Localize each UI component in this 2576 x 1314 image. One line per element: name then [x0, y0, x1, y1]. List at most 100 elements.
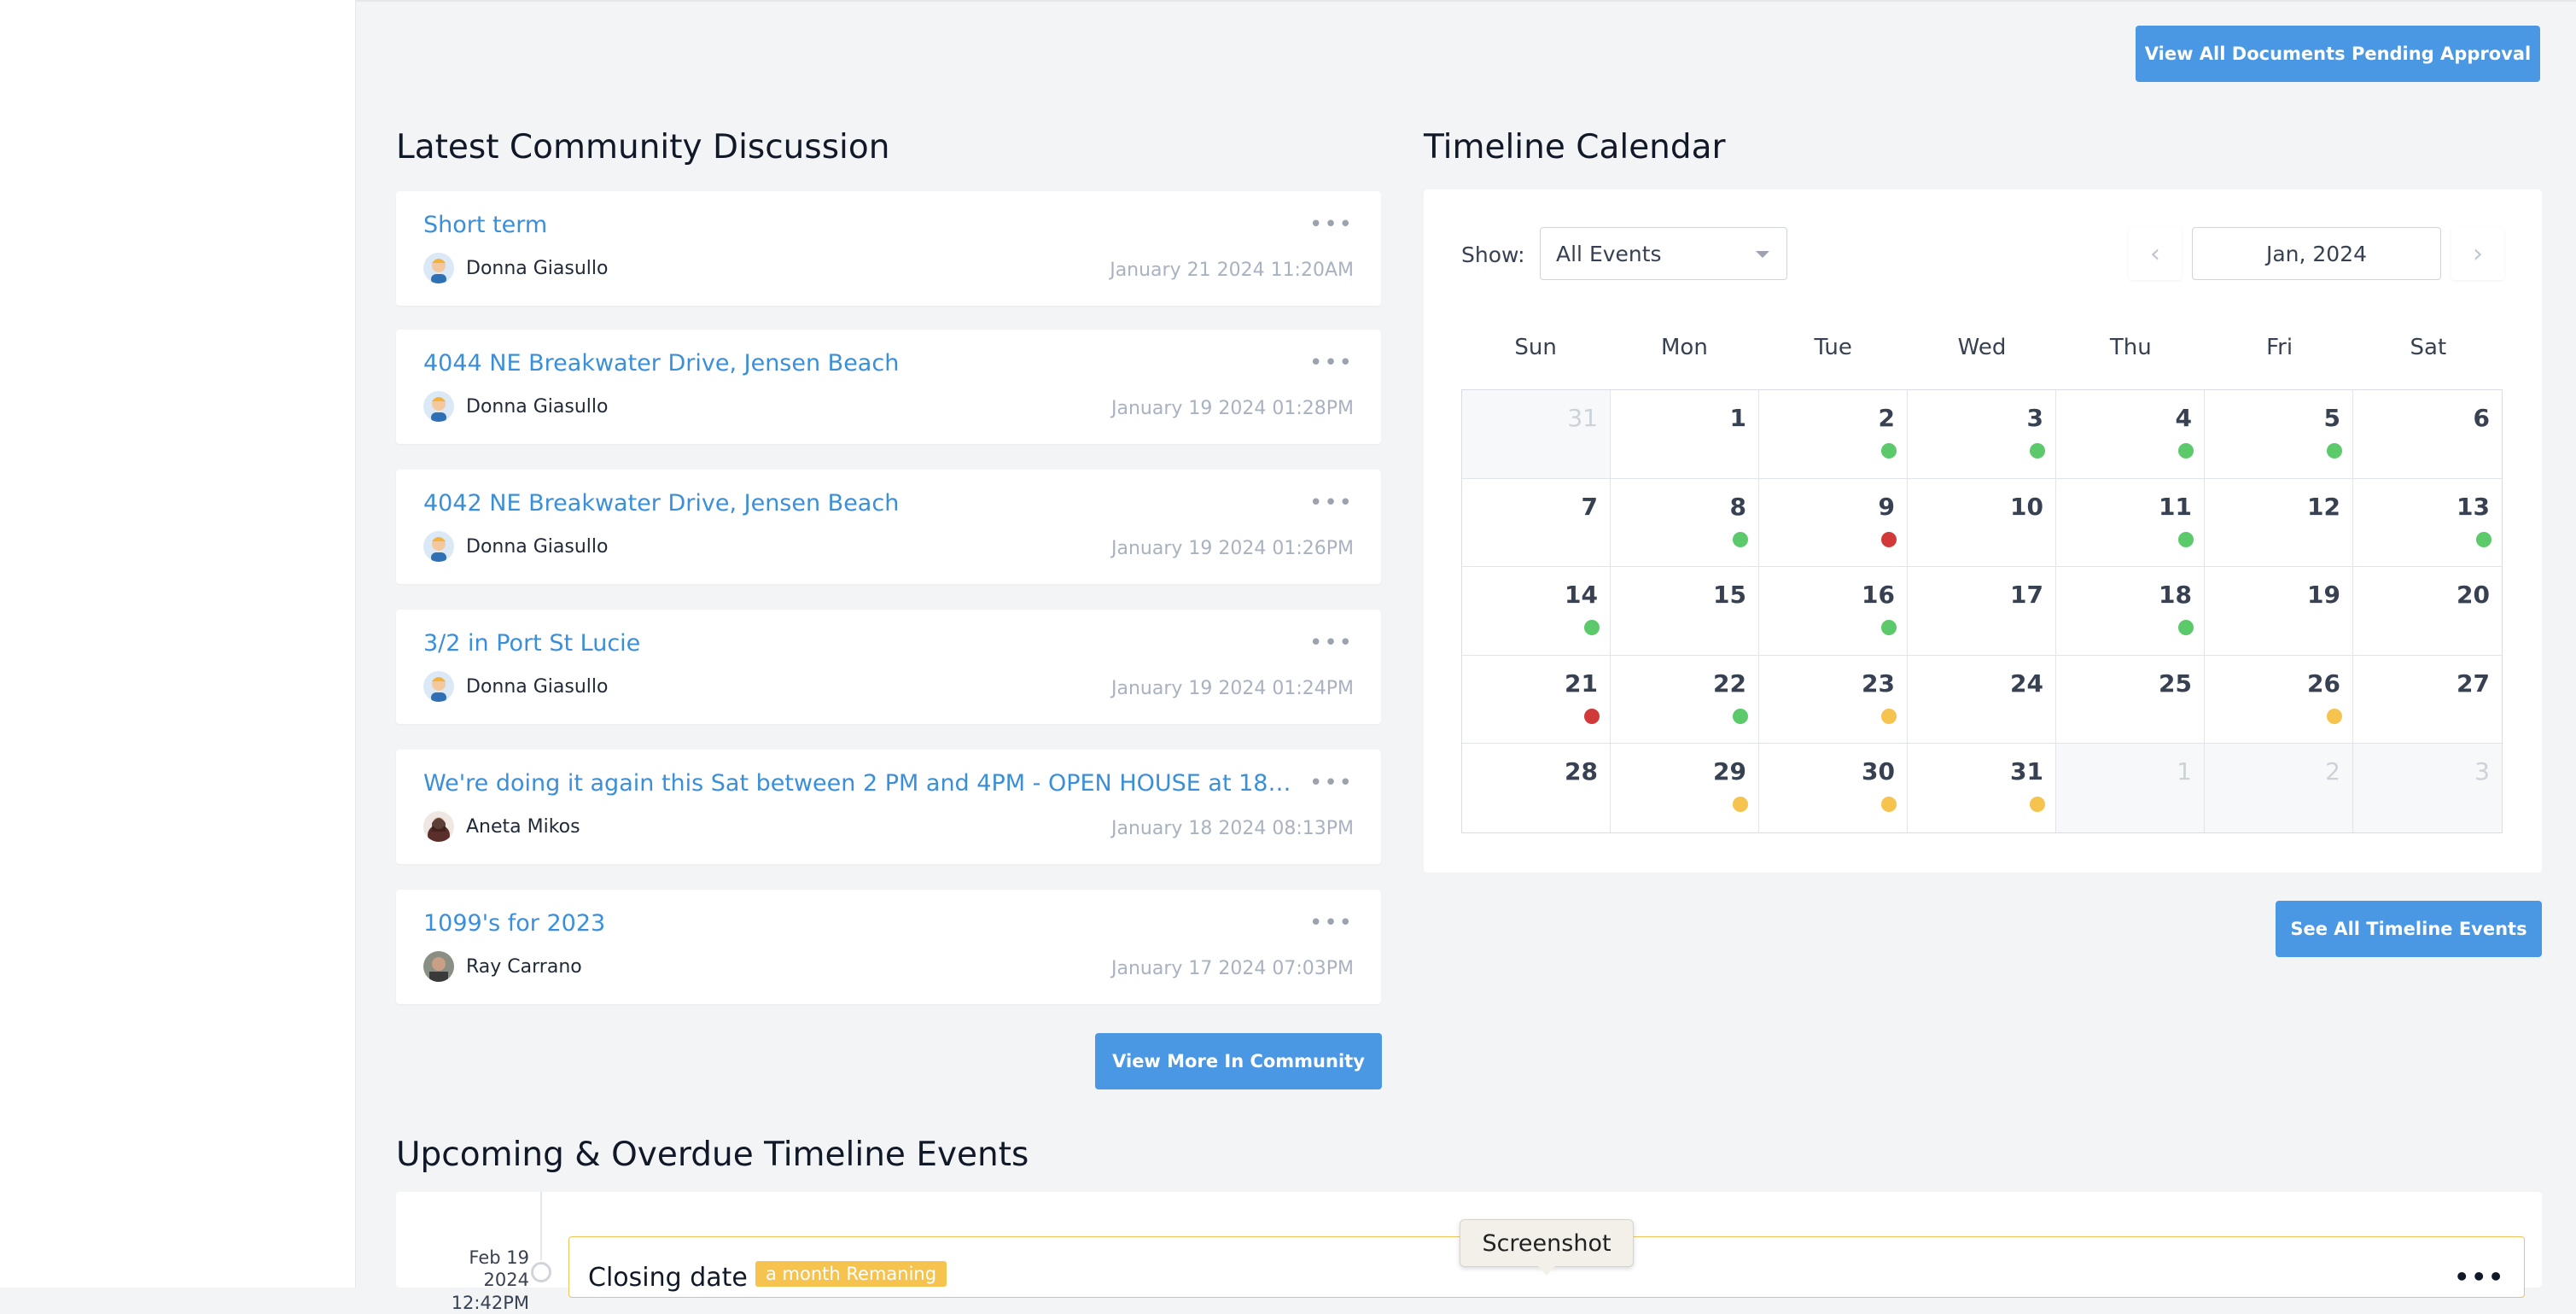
day-number: 31: [2010, 757, 2043, 786]
day-number: 2: [1878, 404, 1895, 432]
day-number: 20: [2457, 581, 2490, 610]
discussion-author: Donna Giasullo: [423, 671, 609, 702]
calendar-day[interactable]: 3: [1908, 390, 2056, 479]
discussion-title-link[interactable]: 3/2 in Port St Lucie: [423, 630, 640, 657]
calendar-day[interactable]: 27: [2353, 656, 2502, 745]
calendar-day[interactable]: 1: [2056, 744, 2205, 832]
event-status-dot[interactable]: [2476, 531, 2491, 547]
discussion-date: January 19 2024 01:24PM: [1110, 678, 1354, 699]
calendar-day[interactable]: 31: [1462, 390, 1611, 479]
chevron-right-icon[interactable]: ›: [2451, 227, 2504, 280]
calendar-day[interactable]: 11: [2056, 478, 2205, 568]
ellipsis-icon[interactable]: •••: [2454, 1263, 2505, 1291]
ellipsis-icon[interactable]: •••: [1309, 213, 1354, 236]
calendar-day[interactable]: 5: [2205, 390, 2353, 479]
discussion-date: January 17 2024 07:03PM: [1110, 958, 1354, 979]
calendar-day[interactable]: 10: [1908, 478, 2056, 568]
event-status-dot[interactable]: [2030, 797, 2045, 813]
event-filter-select[interactable]: All Events: [1540, 227, 1787, 280]
discussion-date: January 21 2024 11:20AM: [1110, 260, 1354, 281]
calendar-day[interactable]: 7: [1462, 478, 1611, 568]
calendar-day[interactable]: 13: [2353, 479, 2502, 568]
day-number: 17: [2010, 581, 2043, 610]
discussion-title-link[interactable]: Short term: [423, 212, 547, 238]
calendar-day[interactable]: 15: [1611, 567, 1759, 656]
show-label: Show:: [1461, 242, 1525, 267]
calendar-day[interactable]: 31: [1908, 744, 2056, 832]
discussion-card[interactable]: 1099's for 2023 ••• Ray Carrano January 17 …: [396, 890, 1381, 1004]
day-number: 25: [2159, 669, 2192, 698]
calendar-day[interactable]: 14: [1462, 567, 1611, 656]
event-status-dot[interactable]: [1584, 620, 1600, 636]
discussion-title-link[interactable]: 4044 NE Breakwater Drive, Jensen Beach: [423, 350, 899, 377]
calendar-day[interactable]: 12: [2205, 478, 2353, 568]
event-status-dot[interactable]: [1733, 531, 1748, 547]
event-status-dot[interactable]: [2327, 708, 2342, 724]
calendar-day[interactable]: 22: [1611, 655, 1759, 745]
day-number: 21: [1565, 669, 1598, 698]
calendar-day[interactable]: 3: [2353, 744, 2502, 832]
event-status-dot[interactable]: [1881, 443, 1897, 458]
chevron-left-icon[interactable]: ‹: [2129, 227, 2182, 280]
calendar-day[interactable]: 30: [1759, 744, 1908, 832]
discussion-date: January 19 2024 01:26PM: [1110, 538, 1354, 559]
event-status-dot[interactable]: [2030, 443, 2045, 458]
weekday-label: Mon: [1661, 335, 1708, 360]
weekday-label: Thu: [2109, 335, 2152, 360]
calendar-day[interactable]: 23: [1759, 655, 1908, 745]
calendar-day[interactable]: 9: [1759, 478, 1908, 568]
calendar-day[interactable]: 29: [1611, 744, 1759, 832]
calendar-day[interactable]: 2: [1759, 390, 1908, 479]
calendar-day[interactable]: 16: [1759, 567, 1908, 656]
calendar-day[interactable]: 26: [2205, 655, 2353, 745]
discussion-card[interactable]: We're doing it again this Sat between 2 …: [396, 750, 1381, 864]
calendar-day[interactable]: 28: [1462, 744, 1611, 832]
event-status-dot[interactable]: [1733, 708, 1748, 724]
calendar-day[interactable]: 18: [2056, 567, 2205, 656]
calendar-day[interactable]: 20: [2353, 567, 2502, 656]
calendar-day[interactable]: 8: [1611, 478, 1759, 568]
discussion-card[interactable]: Short term ••• Donna Giasullo January 21 20…: [396, 191, 1381, 306]
calendar-day[interactable]: 19: [2205, 567, 2353, 656]
event-status-dot[interactable]: [1733, 797, 1748, 813]
calendar-day[interactable]: 1: [1611, 390, 1759, 479]
discussion-card[interactable]: 3/2 in Port St Lucie ••• Donna Giasullo Jan…: [396, 610, 1381, 724]
discussion-title-link[interactable]: 4042 NE Breakwater Drive, Jensen Beach: [423, 490, 899, 517]
day-number: 12: [2307, 492, 2340, 521]
discussion-card[interactable]: 4044 NE Breakwater Drive, Jensen Beach ••…: [396, 330, 1381, 444]
calendar-day[interactable]: 4: [2056, 390, 2205, 479]
discussion-title-link[interactable]: 1099's for 2023: [423, 910, 605, 937]
author-name: Aneta Mikos: [466, 815, 580, 838]
ellipsis-icon[interactable]: •••: [1309, 772, 1354, 794]
event-status-dot[interactable]: [1881, 708, 1897, 724]
view-more-community-button[interactable]: View More In Community: [1095, 1033, 1382, 1089]
avatar: [423, 951, 454, 982]
weekday-label: Sat: [2410, 335, 2447, 360]
calendar-day[interactable]: 17: [1908, 567, 2056, 656]
see-all-timeline-events-button[interactable]: See All Timeline Events: [2276, 901, 2542, 957]
event-status-dot[interactable]: [2178, 443, 2194, 458]
calendar-day[interactable]: 21: [1462, 655, 1611, 745]
ellipsis-icon[interactable]: •••: [1309, 632, 1354, 654]
ellipsis-icon[interactable]: •••: [1309, 352, 1354, 374]
timeline-section-title: Upcoming & Overdue Timeline Events: [396, 1136, 1029, 1174]
calendar-day[interactable]: 2: [2205, 744, 2353, 832]
ellipsis-icon[interactable]: •••: [1309, 912, 1354, 934]
event-status-dot[interactable]: [2178, 620, 2194, 636]
calendar-day[interactable]: 6: [2353, 390, 2502, 479]
event-status-dot[interactable]: [1881, 797, 1897, 813]
ellipsis-icon[interactable]: •••: [1309, 492, 1354, 514]
event-status-dot[interactable]: [1881, 531, 1897, 547]
discussion-author: Donna Giasullo: [423, 253, 609, 283]
discussion-title-link[interactable]: We're doing it again this Sat between 2 …: [423, 770, 1303, 797]
calendar-day[interactable]: 25: [2056, 655, 2205, 745]
calendar-day[interactable]: 24: [1908, 655, 2056, 745]
month-display[interactable]: Jan, 2024: [2192, 227, 2441, 280]
event-status-dot[interactable]: [1881, 620, 1897, 636]
event-status-dot[interactable]: [2178, 531, 2194, 547]
view-pending-documents-button[interactable]: View All Documents Pending Approval: [2136, 26, 2540, 82]
day-number: 27: [2457, 669, 2490, 698]
discussion-card[interactable]: 4042 NE Breakwater Drive, Jensen Beach ••…: [396, 470, 1381, 584]
event-status-dot[interactable]: [2327, 443, 2342, 458]
event-status-dot[interactable]: [1584, 708, 1600, 724]
